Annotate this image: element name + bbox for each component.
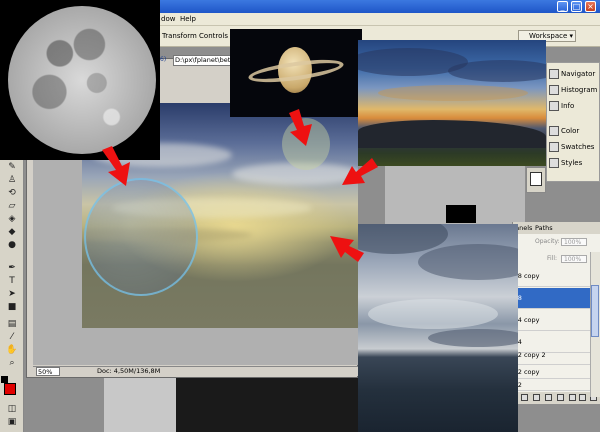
arrow-sunset-to-canvas bbox=[342, 158, 378, 185]
screen: _ □ × dow Help Transform Controls Worksp… bbox=[0, 0, 600, 432]
arrow-sea-to-canvas bbox=[330, 236, 364, 262]
arrow-saturn-to-canvas bbox=[289, 109, 312, 146]
arrow-moon-to-planet bbox=[102, 146, 130, 186]
annotation-arrows bbox=[102, 109, 378, 262]
